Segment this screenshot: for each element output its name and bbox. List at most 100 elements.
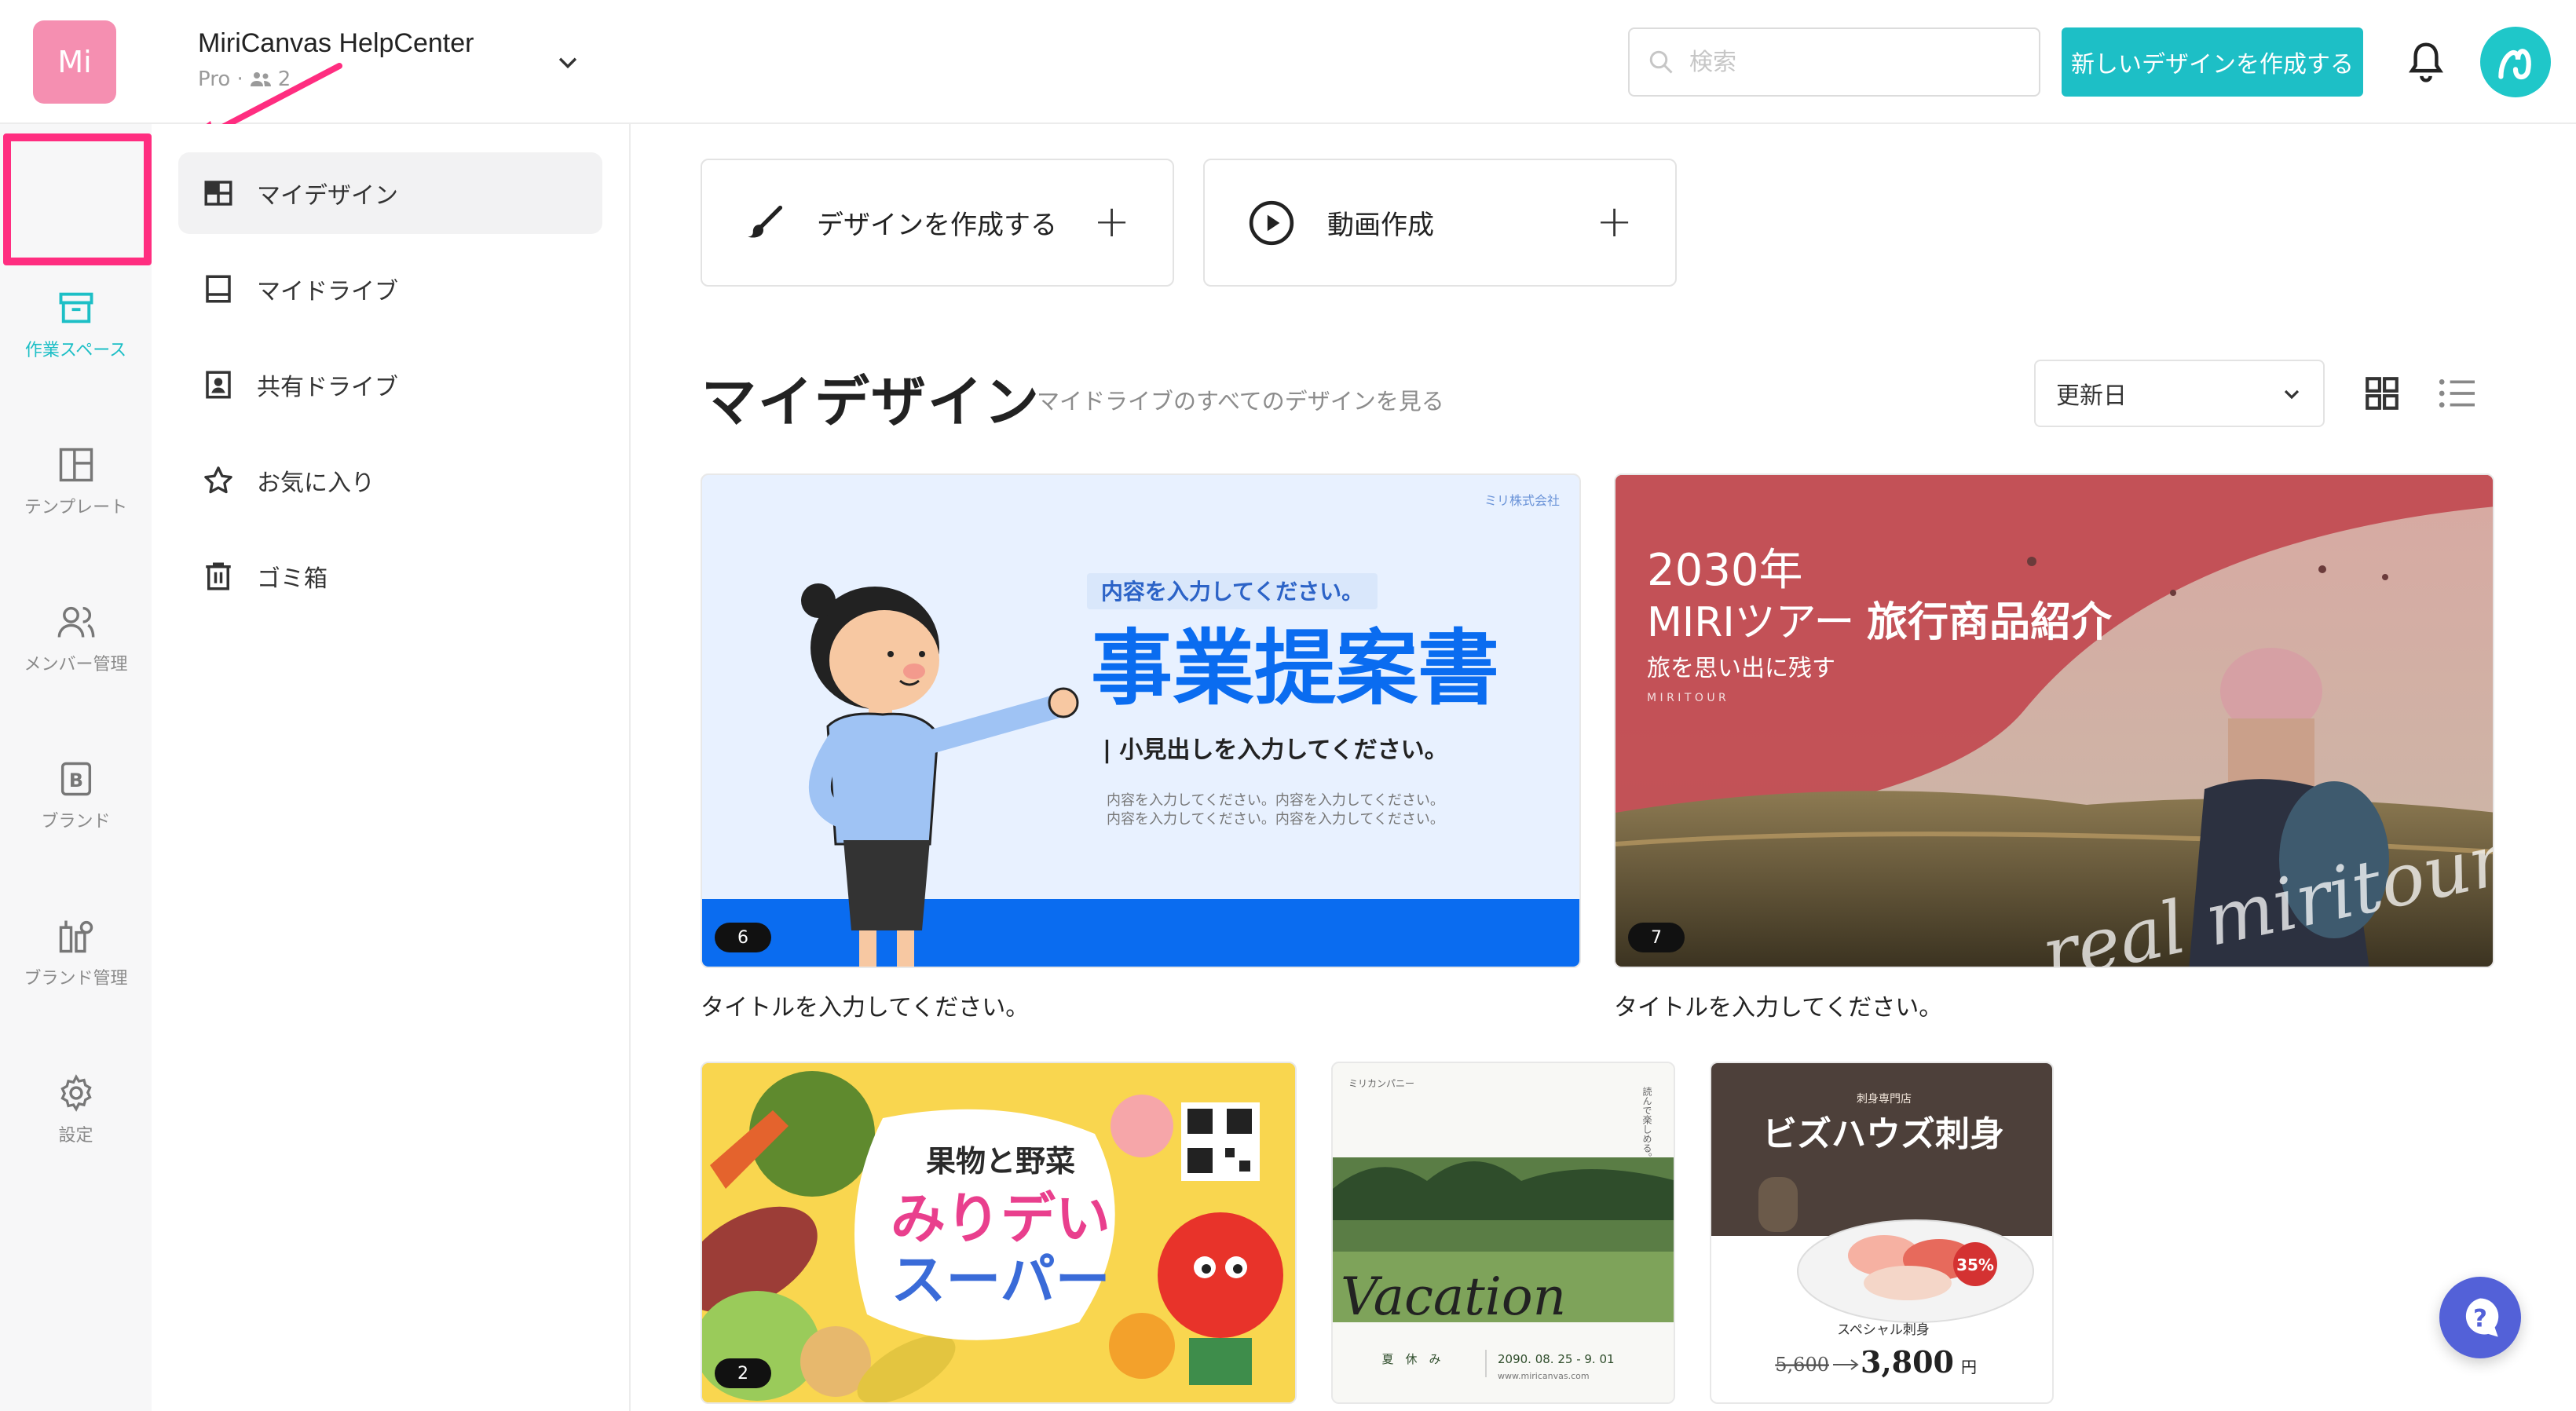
gear-icon	[60, 1074, 92, 1112]
brand-manage-icon	[59, 920, 93, 953]
rail-item-brand-manage[interactable]: ブランド管理	[0, 886, 152, 1019]
svg-text:?: ?	[2473, 1305, 2487, 1333]
chevron-down-icon	[2284, 389, 2300, 400]
travel-line-2b: 旅行商品紹介	[1867, 599, 2113, 646]
shared-drive-icon	[206, 371, 231, 399]
brush-icon	[748, 205, 783, 238]
card-company: ミリ株式会社	[1484, 493, 1560, 508]
bell-icon[interactable]	[2405, 39, 2447, 85]
sashimi-name: ビズハウズ刺身	[1762, 1114, 2004, 1154]
design-card-supermarket[interactable]: 果物と野菜 みりデい スーパー 2	[701, 1062, 1297, 1404]
proposal-thumbnail: ミリ株式会社 内容を入力してください。 事業提案書 | 小見出しを入力してくださ…	[702, 493, 1579, 967]
page-count-badge: 6	[715, 923, 771, 952]
rail-item-workspace[interactable]: 作業スペース	[0, 258, 152, 391]
create-new-design-button[interactable]: 新しいデザインを作成する	[2062, 27, 2363, 97]
rail-label-workspace: 作業スペース	[24, 341, 127, 360]
nav-label-favorites: お気に入り	[257, 470, 375, 497]
vacation-script: Vacation	[1341, 1267, 1566, 1327]
travel-line-3: 旅を思い出に残す	[1647, 655, 1835, 682]
plus-icon: +	[1093, 196, 1130, 247]
travel-line-4: M I R I T O U R	[1647, 692, 1726, 704]
archive-icon	[59, 292, 93, 324]
card-subheading: | 小見出しを入力してください。	[1103, 737, 1448, 764]
user-avatar[interactable]	[2480, 27, 2551, 97]
help-chat-icon: ?	[2465, 1298, 2499, 1337]
highlight-box	[3, 133, 152, 265]
drive-icon	[206, 275, 231, 303]
workspace-nav: マイデザイン マイドライブ 共有ドライブ お気に入り ゴミ箱	[152, 124, 631, 1411]
brand-icon: B	[60, 762, 91, 796]
search-box[interactable]	[1628, 27, 2040, 97]
section-title: マイデザイン	[701, 370, 1041, 434]
market-line-1: 果物と野菜	[926, 1144, 1075, 1179]
nav-label-shared-drive: 共有ドライブ	[257, 374, 398, 401]
market-line-3: スーパー	[891, 1248, 1110, 1312]
grid-view-icon[interactable]	[2362, 374, 2402, 413]
nav-item-my-drive[interactable]: マイドライブ	[178, 248, 602, 330]
grid-icon	[204, 181, 232, 206]
team-name[interactable]: MiriCanvas HelpCenter	[198, 28, 474, 59]
travel-line-1: 2030年	[1647, 545, 1803, 596]
design-card-vacation[interactable]: ミリカンパニー 読んで楽しめる。 Vacation 夏 休 み 2090. 08…	[1331, 1062, 1675, 1404]
help-button[interactable]: ?	[2439, 1277, 2521, 1358]
nav-item-favorites[interactable]: お気に入り	[178, 440, 602, 521]
card-kicker: 内容を入力してください。	[1101, 579, 1363, 605]
design-card-proposal[interactable]: ミリ株式会社 内容を入力してください。 事業提案書 | 小見出しを入力してくださ…	[701, 473, 1581, 968]
nav-item-trash[interactable]: ゴミ箱	[178, 536, 602, 617]
play-circle-icon	[1249, 200, 1294, 245]
rail-item-settings[interactable]: 設定	[0, 1043, 152, 1176]
page-count-badge: 7	[1628, 923, 1685, 952]
vacation-foot-1: 夏 休 み	[1381, 1352, 1440, 1366]
star-icon	[204, 466, 232, 494]
rail-label-brand: ブランド	[41, 812, 111, 832]
plus-icon: +	[1596, 196, 1633, 247]
sort-value: 更新日	[2056, 382, 2127, 410]
sashimi-yen: 円	[1961, 1358, 1977, 1376]
team-avatar[interactable]: Mi	[33, 20, 116, 104]
sashimi-new-price: 3,800	[1861, 1344, 1954, 1380]
search-icon	[1649, 50, 1673, 74]
team-avatar-text: Mi	[57, 45, 92, 79]
vacation-foot-3: www.miricanvas.com	[1498, 1371, 1590, 1381]
design-card-travel[interactable]: 2030年 MIRIツアー 旅行商品紹介 旅を思い出に残す M I R I T …	[1614, 473, 2494, 968]
rail-label-templates: テンプレート	[24, 498, 128, 517]
sashimi-thumbnail: 刺身専門店 ビズハウズ刺身 35% スペシャル刺身 5,600 3,800 円	[1711, 1063, 2052, 1380]
search-input[interactable]	[1689, 48, 2019, 76]
sashimi-badge: 35%	[1956, 1256, 1994, 1274]
nav-label-my-drive: マイドライブ	[257, 278, 398, 305]
market-line-2: みりデい	[891, 1186, 1111, 1251]
rail-item-templates[interactable]: テンプレート	[0, 415, 152, 548]
top-bar: Mi MiriCanvas HelpCenter Pro · 2 新しいデザイン…	[0, 0, 2576, 124]
users-icon	[57, 606, 94, 638]
page-count-badge: 2	[715, 1358, 771, 1388]
svg-text:B: B	[68, 769, 82, 791]
create-video-label: 動画作成	[1327, 210, 1434, 241]
create-design-card[interactable]: デザインを作成する +	[701, 159, 1174, 287]
nav-label-trash: ゴミ箱	[257, 565, 327, 593]
sashimi-old-price: 5,600	[1775, 1354, 1829, 1376]
card-headline: 事業提案書	[1091, 620, 1499, 716]
travel-thumbnail: 2030年 MIRIツアー 旅行商品紹介 旅を思い出に残す M I R I T …	[1615, 475, 2493, 967]
vacation-vertical: 読んで楽しめる。	[1641, 1086, 1652, 1162]
nav-item-my-designs[interactable]: マイデザイン	[178, 152, 602, 234]
list-view-icon[interactable]	[2436, 375, 2477, 411]
icon-rail: 作業スペース テンプレート メンバー管理 B ブランド ブランド管理 設定 «	[0, 124, 152, 1411]
see-all-designs-link[interactable]: マイドライブのすべてのデザインを見る	[1037, 383, 1444, 416]
card-body-2: 内容を入力してください。内容を入力してください。	[1107, 811, 1444, 828]
vacation-thumbnail: ミリカンパニー 読んで楽しめる。 Vacation 夏 休 み 2090. 08…	[1333, 1063, 1674, 1402]
sashimi-shop: 刺身専門店	[1857, 1093, 1912, 1106]
travel-line-2a: MIRIツアー	[1647, 599, 1855, 646]
card-title[interactable]: タイトルを入力してください。	[701, 988, 1029, 1022]
create-video-card[interactable]: 動画作成 +	[1203, 159, 1677, 287]
card-title[interactable]: タイトルを入力してください。	[1614, 988, 1942, 1022]
trash-icon	[206, 562, 231, 590]
rail-item-brand[interactable]: B ブランド	[0, 729, 152, 862]
rail-item-members[interactable]: メンバー管理	[0, 572, 152, 705]
sashimi-special: スペシャル刺身	[1837, 1322, 1930, 1338]
chevron-down-icon[interactable]	[554, 49, 581, 75]
sort-select[interactable]: 更新日	[2034, 360, 2325, 427]
nav-item-shared-drive[interactable]: 共有ドライブ	[178, 344, 602, 426]
supermarket-thumbnail: 果物と野菜 みりデい スーパー	[702, 1063, 1295, 1402]
rail-label-brand-manage: ブランド管理	[24, 969, 128, 989]
design-card-sashimi[interactable]: 刺身専門店 ビズハウズ刺身 35% スペシャル刺身 5,600 3,800 円	[1710, 1062, 2054, 1404]
